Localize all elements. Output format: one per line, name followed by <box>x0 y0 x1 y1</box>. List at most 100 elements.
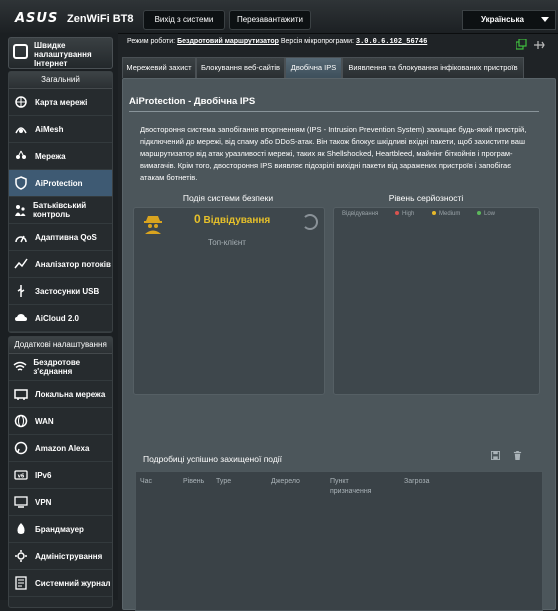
top-client-label: Топ-клієнт <box>208 238 246 247</box>
refresh-icon[interactable] <box>302 214 318 230</box>
sidebar-item-network-map[interactable]: Карта мережі <box>9 89 112 116</box>
chevron-down-icon <box>541 17 549 22</box>
legend-medium-label: Medium <box>439 211 461 217</box>
administration-icon <box>13 548 29 564</box>
vpn-icon <box>13 494 29 510</box>
sidebar-item-parental-control[interactable]: Батьківський контроль <box>9 197 112 224</box>
aimesh-icon <box>13 121 29 137</box>
sidebar-item-vpn[interactable]: VPN <box>9 489 112 516</box>
aicloud-icon <box>13 310 29 326</box>
legend-high-label: High <box>402 211 415 217</box>
sidebar-item-qos[interactable]: Адаптивна QoS <box>9 224 112 251</box>
sidebar-item-label: Батьківський контроль <box>33 201 87 219</box>
sidebar-item-label: Брандмауер <box>35 524 84 534</box>
security-events-box: 0 Відвідування Топ-клієнт <box>133 207 325 395</box>
sidebar-item-alexa[interactable]: Amazon Alexa <box>9 435 112 462</box>
sidebar-item-label: Системний журнал <box>35 578 111 588</box>
fw-label: Версія мікропрограми: <box>280 38 354 45</box>
sidebar-item-lan[interactable]: Локальна мережа <box>9 381 112 408</box>
detection-count: 0 Відвідування <box>194 212 270 226</box>
sidebar-item-traffic-analyzer[interactable]: Аналізатор потоків <box>9 251 112 278</box>
system-log-icon <box>13 575 29 591</box>
legend-medium: Medium <box>432 211 460 217</box>
high-dot-icon <box>395 211 399 216</box>
top-bar: ASUS ZenWiFi BT8 Вихід з системи Перезав… <box>0 0 558 34</box>
sidebar-item-aimesh[interactable]: AiMesh <box>9 116 112 143</box>
sidebar-item-label: Бездротове з'єднання <box>33 358 81 376</box>
usb-icon <box>13 283 29 299</box>
sidebar-item-administration[interactable]: Адміністрування <box>9 543 112 570</box>
traffic-analyzer-icon <box>13 256 29 272</box>
sidebar-item-label: Аналізатор потоків <box>35 259 111 269</box>
fw-value[interactable]: 3.0.0.6.102_56746 <box>356 38 427 46</box>
sidebar-item-system-log[interactable]: Системний журнал <box>9 570 112 597</box>
logout-button[interactable]: Вихід з системи <box>143 10 225 30</box>
col-threat: Загроза <box>404 478 430 485</box>
general-section: Загальний Карта мережі AiMesh Мережа AiProt… <box>8 71 113 333</box>
medium-dot-icon <box>432 211 436 216</box>
sidebar-item-aicloud[interactable]: AiCloud 2.0 <box>9 305 112 332</box>
firewall-icon <box>13 521 29 537</box>
col-type: Type <box>216 478 232 485</box>
sidebar-item-label: Застосунки USB <box>35 286 100 296</box>
general-section-head: Загальний <box>9 72 112 89</box>
network-map-icon <box>13 94 29 110</box>
sidebar-item-label: Адаптивна QoS <box>35 232 97 242</box>
col-destination: Пункт призначення <box>330 478 372 495</box>
delete-icon[interactable] <box>513 451 522 460</box>
sidebar-item-wireless[interactable]: Бездротове з'єднання <box>9 354 112 381</box>
legend-high: High <box>395 211 414 217</box>
svg-text:v6: v6 <box>18 474 25 480</box>
quick-setup-button[interactable]: Швидке налаштування Інтернет <box>8 37 113 69</box>
sidebar-item-ipv6[interactable]: v6 IPv6 <box>9 462 112 489</box>
network-status-icon[interactable] <box>515 38 546 51</box>
history-table: Час Рівень Type Джерело Пункт призначенн… <box>135 471 543 611</box>
save-icon[interactable] <box>491 451 500 460</box>
wan-icon <box>13 413 29 429</box>
ips-description: Двостороння система запобігання вторгнен… <box>140 125 527 182</box>
ips-panel: AiProtection - Двобічна IPS Двостороння … <box>122 78 556 611</box>
tab-infected-device-blocking[interactable]: Виявлення та блокування інфікованих прис… <box>342 57 524 78</box>
sidebar-item-firewall[interactable]: Брандмауер <box>9 516 112 543</box>
sidebar-item-label: Карта мережі <box>35 97 88 107</box>
sidebar-item-label: VPN <box>35 497 52 507</box>
sidebar-item-label: Мережа <box>35 151 66 161</box>
severity-level-box: Відвідування High Medium Low <box>333 207 540 395</box>
advanced-section: Додаткові налаштування Бездротове з'єдна… <box>8 336 113 608</box>
advanced-list: Бездротове з'єднання Локальна мережа WAN Am… <box>9 354 112 597</box>
sidebar-item-usb[interactable]: Застосунки USB <box>9 278 112 305</box>
history-heading: Подробиці успішно захищеної події <box>143 454 283 464</box>
sidebar-item-label: IPv6 <box>35 470 52 480</box>
mode-value[interactable]: Бездротовий маршрутизатор <box>177 38 279 45</box>
sidebar-item-label: Amazon Alexa <box>35 443 90 453</box>
main-content: Режим роботи: Бездротовий маршрутизатор … <box>118 33 558 611</box>
sidebar-item-label: Локальна мережа <box>35 389 106 399</box>
reboot-button[interactable]: Перезавантажити <box>229 10 311 30</box>
qos-icon <box>13 229 29 245</box>
model-name: ZenWiFi BT8 <box>67 13 134 25</box>
col-level: Рівень <box>183 478 205 485</box>
tab-two-way-ips[interactable]: Двобічна IPS <box>285 57 342 78</box>
sidebar-item-wan[interactable]: WAN <box>9 408 112 435</box>
lan-icon <box>13 386 29 402</box>
language-select[interactable]: Українська <box>462 10 556 30</box>
sidebar-item-network[interactable]: Мережа <box>9 143 112 170</box>
title-divider <box>129 111 539 112</box>
sidebar-item-label: WAN <box>35 416 54 426</box>
detected-number: 0 <box>194 212 201 226</box>
tab-network-protection[interactable]: Мережевий захист <box>122 57 196 78</box>
sidebar: Швидке налаштування Інтернет Загальний К… <box>0 33 118 608</box>
network-icon <box>13 148 29 164</box>
page-title: AiProtection - Двобічна IPS <box>129 96 256 107</box>
quick-setup-icon <box>13 44 28 59</box>
sidebar-item-aiprotection[interactable]: AiProtection <box>9 170 112 197</box>
quick-setup-label: Швидке налаштування Інтернет <box>34 41 92 68</box>
legend-low: Low <box>477 211 495 217</box>
general-list: Карта мережі AiMesh Мережа AiProtection Бать… <box>9 89 112 332</box>
tab-website-blocking[interactable]: Блокування веб-сайтів <box>196 57 285 78</box>
sidebar-item-label: AiMesh <box>35 124 64 134</box>
parental-control-icon <box>13 202 27 218</box>
advanced-section-head: Додаткові налаштування <box>9 337 112 354</box>
language-value: Українська <box>481 15 524 24</box>
legend-visits: Відвідування <box>342 211 379 217</box>
